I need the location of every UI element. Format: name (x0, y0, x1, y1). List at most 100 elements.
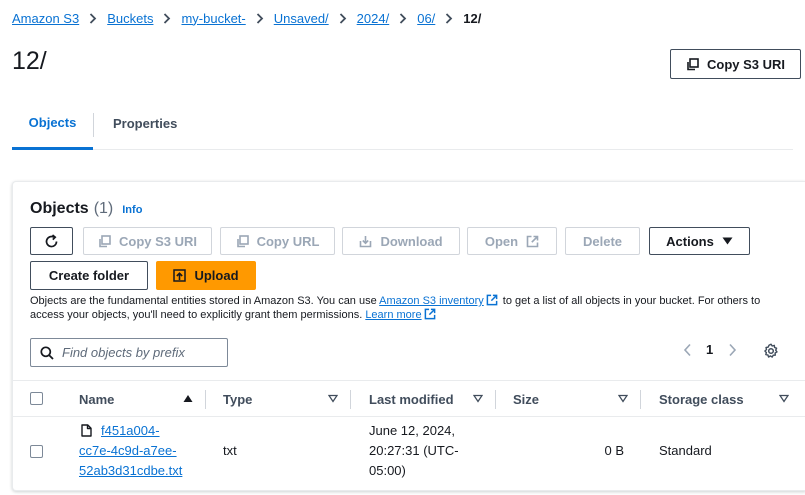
object-name-line: cc7e-4c9d-a7ee- (79, 443, 177, 458)
column-separator (495, 390, 496, 409)
objects-count: (1) (93, 200, 114, 217)
objects-description: Objects are the fundamental entities sto… (30, 294, 790, 322)
delete-button[interactable]: Delete (565, 227, 640, 255)
column-last-modified-label: Last modified (369, 391, 454, 407)
object-name-link[interactable]: cc7e-4c9d-a7ee- (79, 441, 199, 461)
chevron-right-icon (256, 12, 264, 24)
last-modified-line: 05:00) (369, 463, 406, 478)
object-size-cell: 0 B (604, 443, 624, 458)
table-row[interactable]: f451a004- cc7e-4c9d-a7ee- 52ab3d31cdbe.t… (13, 417, 805, 487)
tab-properties[interactable]: Properties (113, 108, 177, 149)
tab-properties-label: Properties (113, 116, 178, 131)
create-folder-button[interactable]: Create folder (30, 261, 148, 290)
tab-objects-label: Objects (28, 115, 77, 130)
breadcrumb-2024[interactable]: 2024/ (357, 11, 390, 26)
delete-label: Delete (582, 233, 623, 249)
tab-objects[interactable]: Objects (12, 108, 93, 150)
column-storage-class-label: Storage class (659, 391, 744, 407)
breadcrumb: Amazon S3 Buckets my-bucket- Unsaved/ 20… (12, 9, 481, 27)
copy-icon (686, 57, 699, 71)
copy-s3-uri-toolbar-button[interactable]: Copy S3 URI (83, 227, 212, 255)
external-link-icon (486, 294, 498, 306)
column-header-storage-class[interactable]: Storage class (659, 381, 744, 417)
last-modified-line: 20:27:31 (UTC- (369, 443, 459, 458)
sort-ascending-icon[interactable] (183, 394, 193, 403)
download-button[interactable]: Download (342, 227, 460, 255)
copy-s3-uri-button[interactable]: Copy S3 URI (670, 49, 801, 79)
objects-title: Objects (30, 200, 89, 217)
column-size-label: Size (513, 391, 540, 407)
create-folder-label: Create folder (48, 268, 130, 283)
column-separator (350, 390, 351, 409)
object-name-line: f451a004- (101, 423, 160, 438)
column-type-label: Type (223, 391, 253, 407)
copy-icon (236, 234, 249, 248)
inventory-link[interactable]: Amazon S3 inventory (379, 295, 484, 307)
upload-button[interactable]: Upload (156, 261, 256, 290)
upload-icon (173, 269, 187, 282)
select-all-checkbox[interactable] (30, 392, 43, 405)
column-header-type[interactable]: Type (223, 381, 252, 417)
page-title: 12/ (12, 47, 47, 75)
column-separator (205, 390, 206, 409)
learn-more-link[interactable]: Learn more (365, 309, 421, 321)
upload-label: Upload (194, 268, 239, 283)
open-label: Open (484, 233, 519, 249)
pagination: 1 (677, 342, 742, 357)
chevron-left-icon[interactable] (677, 343, 697, 357)
breadcrumb-bucket[interactable]: my-bucket- (181, 11, 245, 26)
info-link[interactable]: Info (122, 204, 142, 216)
caret-down-outline-icon[interactable] (473, 394, 483, 403)
open-button[interactable]: Open (467, 227, 557, 255)
object-storage-class-cell: Standard (659, 443, 712, 458)
caret-down-outline-icon[interactable] (618, 394, 628, 403)
caret-down-outline-icon[interactable] (779, 394, 789, 403)
external-link-icon (424, 308, 436, 320)
chevron-right-icon (445, 12, 453, 24)
column-header-last-modified[interactable]: Last modified (369, 381, 454, 417)
external-link-icon (526, 235, 539, 248)
object-name-cell: f451a004- cc7e-4c9d-a7ee- 52ab3d31cdbe.t… (79, 421, 199, 481)
column-separator (640, 390, 641, 409)
actions-dropdown[interactable]: Actions (649, 227, 750, 255)
copy-url-button[interactable]: Copy URL (220, 227, 335, 255)
refresh-icon (44, 233, 59, 249)
search-box[interactable] (30, 338, 228, 367)
search-input[interactable] (62, 345, 222, 360)
chevron-right-icon (339, 12, 347, 24)
caret-down-icon (722, 237, 733, 245)
breadcrumb-unsaved[interactable]: Unsaved/ (274, 11, 329, 26)
breadcrumb-amazon-s3[interactable]: Amazon S3 (12, 11, 79, 26)
chevron-right-icon (89, 12, 97, 24)
download-label: Download (380, 233, 443, 249)
chevron-right-icon (399, 12, 407, 24)
column-header-name[interactable]: Name (79, 381, 114, 417)
gear-icon[interactable] (763, 343, 779, 362)
chevron-right-icon (163, 12, 171, 24)
breadcrumb-buckets[interactable]: Buckets (107, 11, 153, 26)
caret-down-outline-icon[interactable] (328, 394, 338, 403)
tab-divider (93, 113, 94, 137)
file-icon (81, 424, 92, 437)
copy-url-label: Copy URL (256, 233, 320, 249)
last-modified-line: June 12, 2024, (369, 423, 456, 438)
refresh-button[interactable] (30, 227, 73, 255)
copy-s3-uri-toolbar-label: Copy S3 URI (118, 233, 197, 249)
copy-s3-uri-label: Copy S3 URI (706, 56, 785, 72)
table-header: Name Type Last modified Size Storage cla… (13, 380, 805, 417)
actions-label: Actions (666, 233, 714, 249)
object-name-link[interactable]: 52ab3d31cdbe.txt (79, 461, 199, 481)
row-checkbox[interactable] (30, 445, 43, 458)
tab-bar: Objects Properties (12, 108, 793, 150)
column-header-size[interactable]: Size (513, 381, 539, 417)
chevron-right-icon[interactable] (722, 343, 742, 357)
object-name-link[interactable]: f451a004- (79, 421, 199, 441)
column-name-label: Name (79, 391, 115, 407)
objects-panel: Objects (1) Info Copy S3 URI Copy URL Do… (12, 181, 805, 491)
search-icon (40, 345, 54, 360)
download-icon (359, 235, 372, 248)
objects-header: Objects (1) Info (30, 200, 142, 218)
page-number[interactable]: 1 (706, 342, 713, 357)
object-type-cell: txt (223, 443, 237, 458)
breadcrumb-06[interactable]: 06/ (417, 11, 435, 26)
